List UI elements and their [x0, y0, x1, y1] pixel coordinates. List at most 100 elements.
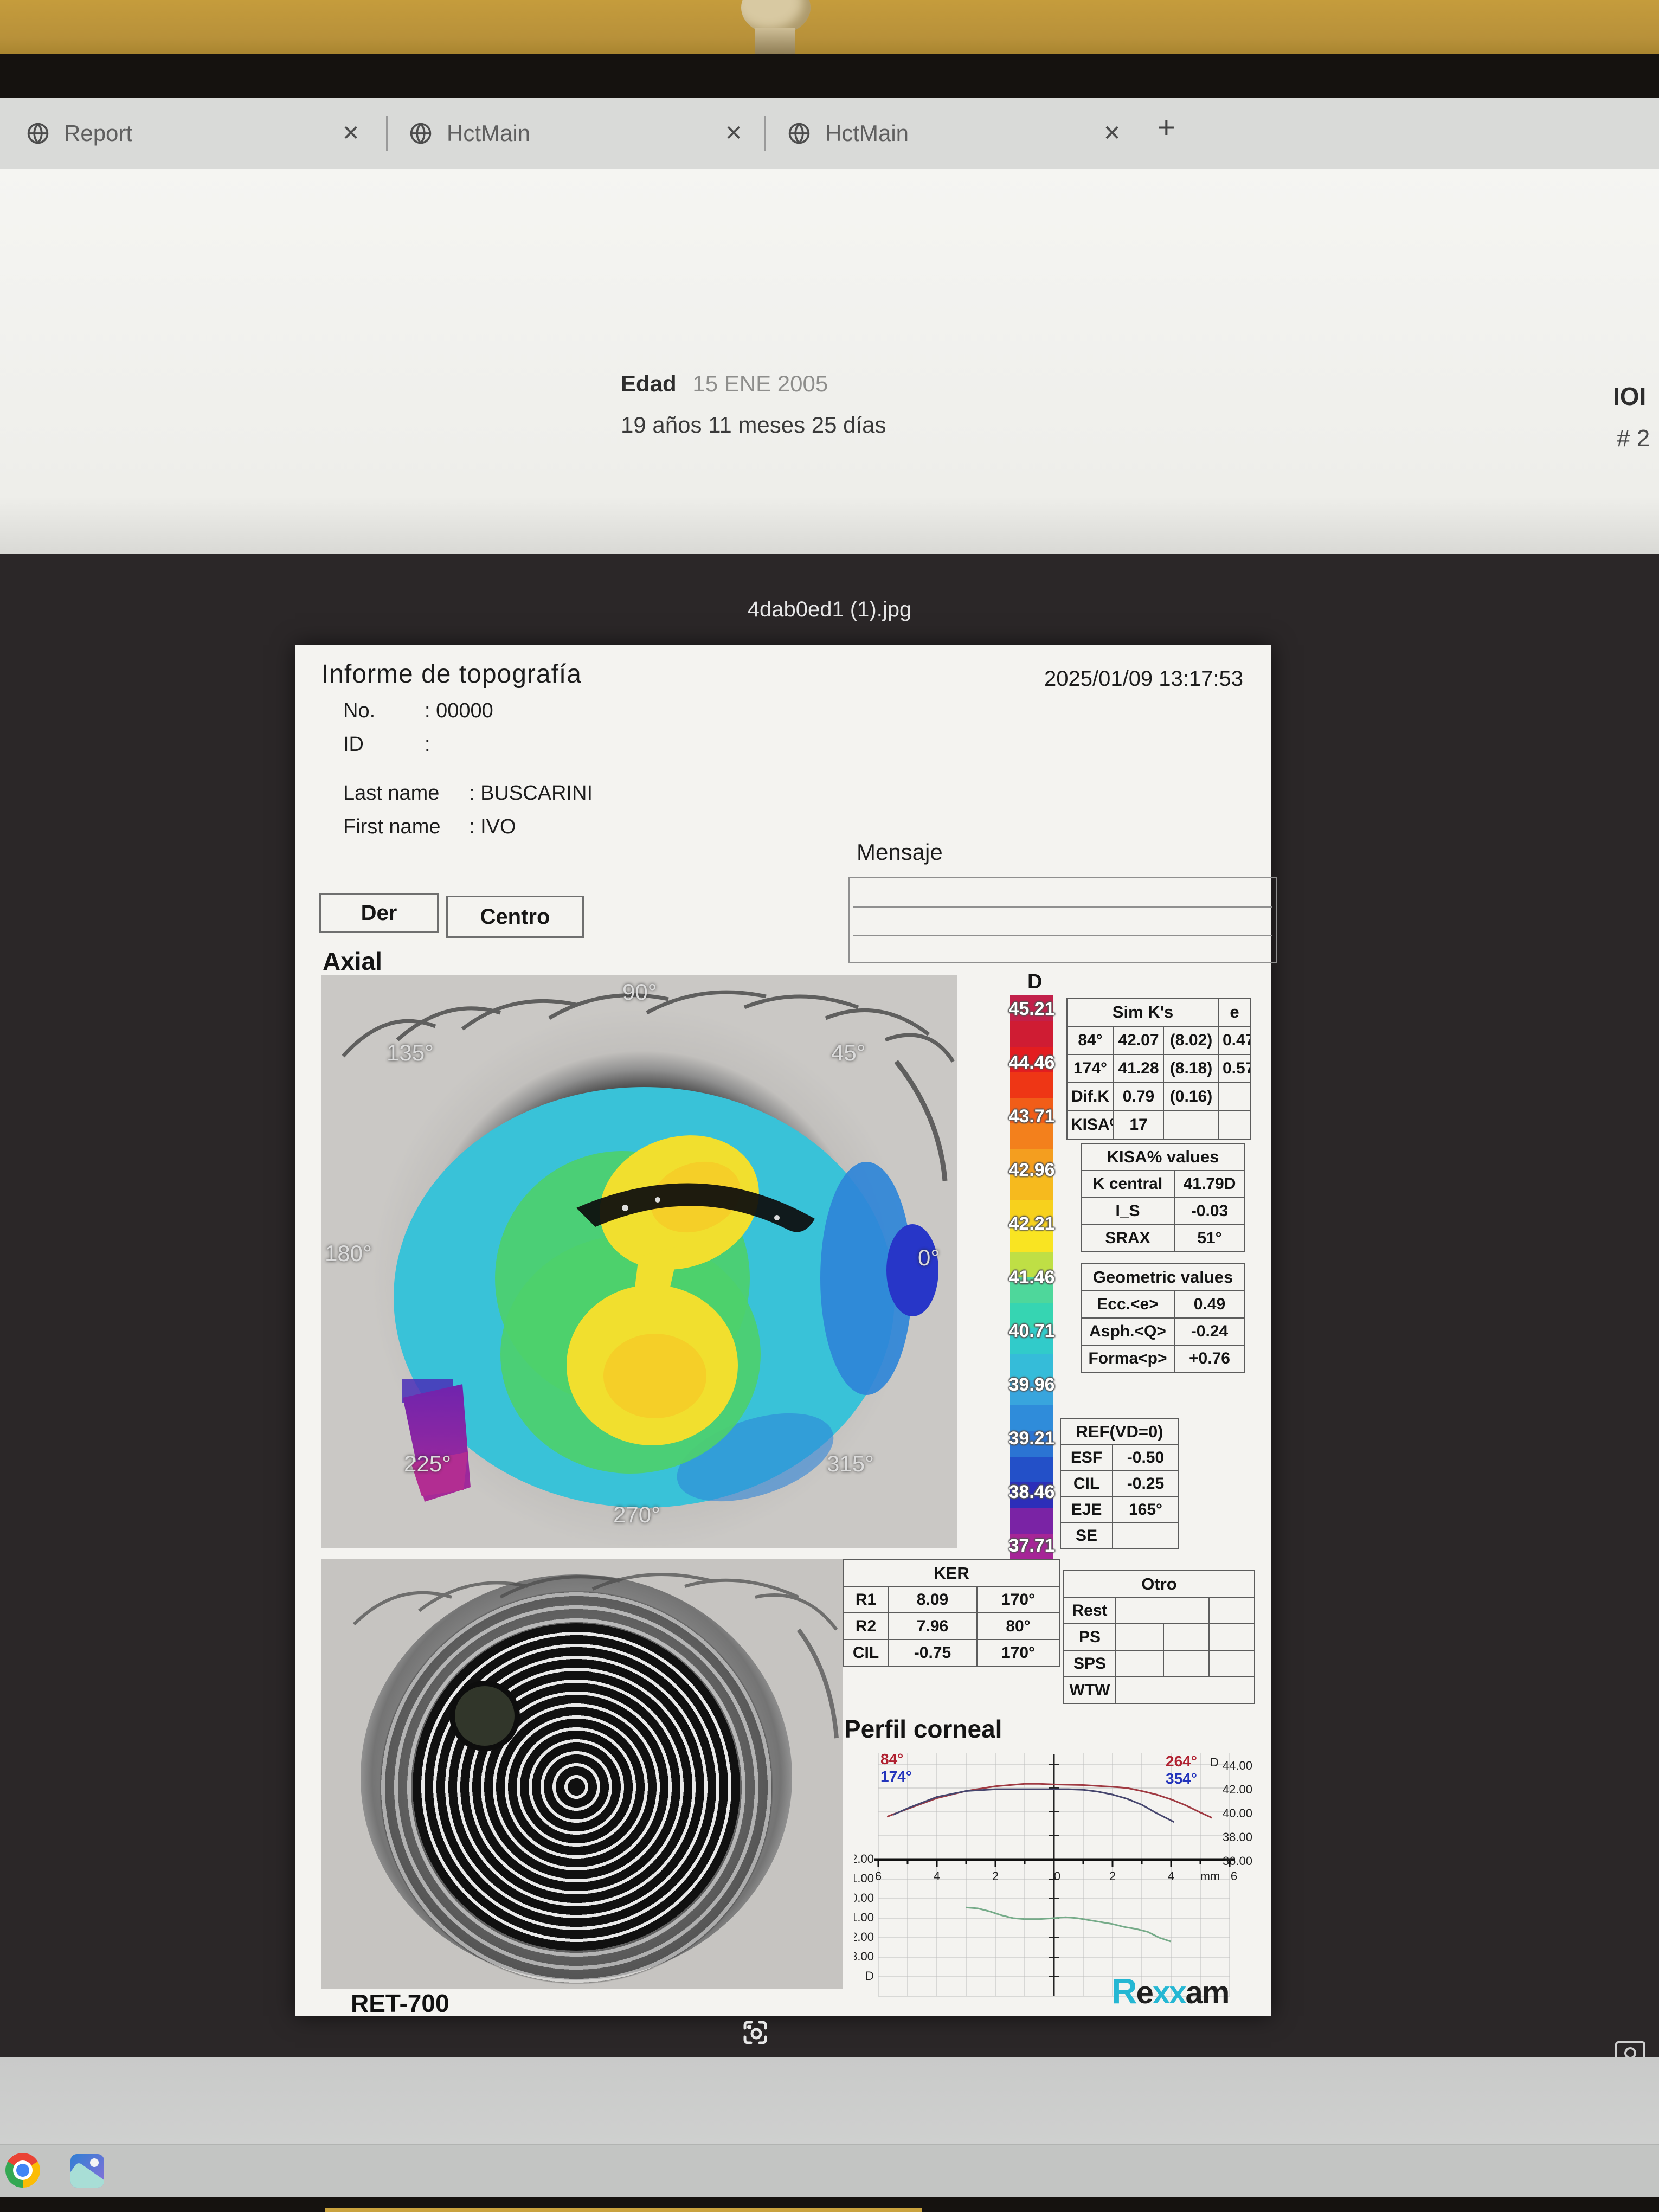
close-icon[interactable]: ✕	[1103, 121, 1121, 146]
field-no: No.: 00000	[343, 699, 493, 723]
eye-side-button[interactable]: Der	[319, 893, 439, 933]
tab-hctmain-2[interactable]: HctMain ✕	[771, 98, 1137, 169]
cell: 17	[1114, 1111, 1163, 1139]
y-tick: D	[865, 1969, 874, 1983]
mensaje-box[interactable]	[848, 877, 1277, 963]
field-lastname-value: BUSCARINI	[480, 782, 593, 805]
curve-meridian-blue	[893, 1789, 1174, 1822]
angle-label-225: 225°	[404, 1451, 451, 1477]
webcam-stem	[755, 28, 795, 55]
x-axis-unit: mm	[1200, 1869, 1220, 1883]
close-icon[interactable]: ✕	[724, 121, 743, 146]
color-scale-labels: 45.2144.4643.7142.9642.2141.4640.7139.96…	[993, 995, 1071, 1559]
monitor-bezel-top	[0, 54, 1659, 98]
map-mode-label: Axial	[323, 947, 382, 976]
tab-hctmain-1[interactable]: HctMain ✕	[393, 98, 759, 169]
y-tick: 3.00	[854, 1950, 874, 1963]
taskbar	[0, 2144, 1659, 2198]
photos-app-icon[interactable]	[70, 2154, 104, 2188]
ref-table: REF(VD=0) ESF-0.50 CIL-0.25 EJE165° SE	[1060, 1418, 1179, 1549]
meridian-label: 354°	[1166, 1770, 1197, 1787]
field-firstname-value: IVO	[480, 815, 516, 838]
cell: R1	[844, 1586, 888, 1613]
scale-value: 45.21	[993, 999, 1071, 1020]
tab-title: HctMain	[825, 120, 1089, 146]
profile-chart-title: Perfil corneal	[844, 1714, 1002, 1744]
meridian-label: 264°	[1166, 1753, 1197, 1770]
ref-header: REF(VD=0)	[1060, 1419, 1179, 1445]
field-no-value: 00000	[436, 699, 493, 722]
birth-date: 15 ENE 2005	[692, 371, 828, 396]
field-lastname: Last name: BUSCARINI	[343, 782, 593, 805]
cell: -0.25	[1113, 1471, 1179, 1497]
new-tab-button[interactable]: +	[1158, 110, 1175, 145]
tab-report[interactable]: Report ✕	[10, 98, 376, 169]
field-id: ID:	[343, 733, 436, 756]
browser-tab-bar: Report ✕ HctMain ✕ HctMain ✕ +	[0, 98, 1659, 170]
y-tick: 2.00	[854, 1930, 874, 1944]
photo-of-monitor: Report ✕ HctMain ✕ HctMain ✕ + Edad 15 E…	[0, 0, 1659, 2212]
angle-label-135: 135°	[387, 1040, 434, 1066]
position-button[interactable]: Centro	[446, 896, 584, 938]
cell: CIL	[1060, 1471, 1113, 1497]
x-tick: 4	[934, 1869, 940, 1883]
cell: 0.49	[1174, 1291, 1245, 1318]
lens-scan-icon[interactable]	[742, 2019, 769, 2046]
cell: SE	[1060, 1523, 1113, 1549]
y-tick: 44.00	[1223, 1759, 1252, 1772]
meridian-label: 84°	[880, 1751, 903, 1767]
cell: SRAX	[1081, 1225, 1174, 1252]
scale-value: 41.46	[993, 1267, 1071, 1288]
close-icon[interactable]: ✕	[342, 121, 360, 146]
geometric-header: Geometric values	[1081, 1264, 1245, 1291]
cell	[1116, 1597, 1209, 1624]
geometric-values-table: Geometric values Ecc.<e>0.49 Asph.<Q>-0.…	[1081, 1263, 1245, 1373]
tab-title: Report	[64, 120, 327, 146]
x-tick: 2	[992, 1869, 999, 1883]
cell: Forma<p>	[1081, 1345, 1174, 1372]
cell	[1113, 1523, 1179, 1549]
scale-value: 42.96	[993, 1160, 1071, 1181]
desk-sliver	[325, 2208, 922, 2212]
y-tick: 36.00	[1223, 1854, 1252, 1868]
angle-label-0: 0°	[918, 1245, 940, 1271]
image-filename: 4dab0ed1 (1).jpg	[0, 597, 1659, 622]
cell: K central	[1081, 1171, 1174, 1198]
y-tick: 40.00	[1223, 1806, 1252, 1820]
edad-line: Edad 15 ENE 2005	[621, 371, 828, 397]
angle-label-315: 315°	[827, 1451, 874, 1477]
y-tick: -2.00	[854, 1852, 874, 1866]
e-header: e	[1219, 998, 1250, 1026]
cell	[1209, 1624, 1255, 1650]
cell	[1209, 1650, 1255, 1677]
cell: 51°	[1174, 1225, 1245, 1252]
cell: 0.47	[1219, 1026, 1250, 1054]
edad-label: Edad	[621, 371, 677, 396]
chrome-icon[interactable]	[5, 2153, 40, 2188]
scale-value: 38.46	[993, 1482, 1071, 1503]
cell: 0.79	[1114, 1083, 1163, 1111]
cell: 80°	[977, 1613, 1059, 1639]
cell: -0.75	[888, 1639, 977, 1666]
cell: ESF	[1060, 1445, 1113, 1471]
scale-value: 44.46	[993, 1052, 1071, 1073]
cell: I_S	[1081, 1198, 1174, 1225]
wall-background	[0, 0, 1659, 54]
ker-header: KER	[844, 1560, 1059, 1586]
cell: 170°	[977, 1639, 1059, 1666]
mensaje-line	[853, 935, 1272, 936]
cell: -0.50	[1113, 1445, 1179, 1471]
cell: Dif.K	[1067, 1083, 1114, 1111]
cell: 165°	[1113, 1497, 1179, 1523]
monitor-bezel-bottom	[0, 2197, 1659, 2212]
cell: 170°	[977, 1586, 1059, 1613]
diopter-unit-label: D	[1027, 970, 1042, 994]
kisa-values-table: KISA% values K central41.79D I_S-0.03 SR…	[1081, 1143, 1245, 1252]
x-tick: 0	[1054, 1869, 1060, 1883]
curve-difference	[966, 1907, 1171, 1941]
age-text: 19 años 11 meses 25 días	[621, 412, 886, 438]
x-tick: 6	[1231, 1869, 1237, 1883]
cell: SPS	[1064, 1650, 1116, 1677]
otro-table: Otro Rest PS SPS WTW	[1063, 1570, 1255, 1704]
cell: 0.57	[1219, 1054, 1250, 1083]
